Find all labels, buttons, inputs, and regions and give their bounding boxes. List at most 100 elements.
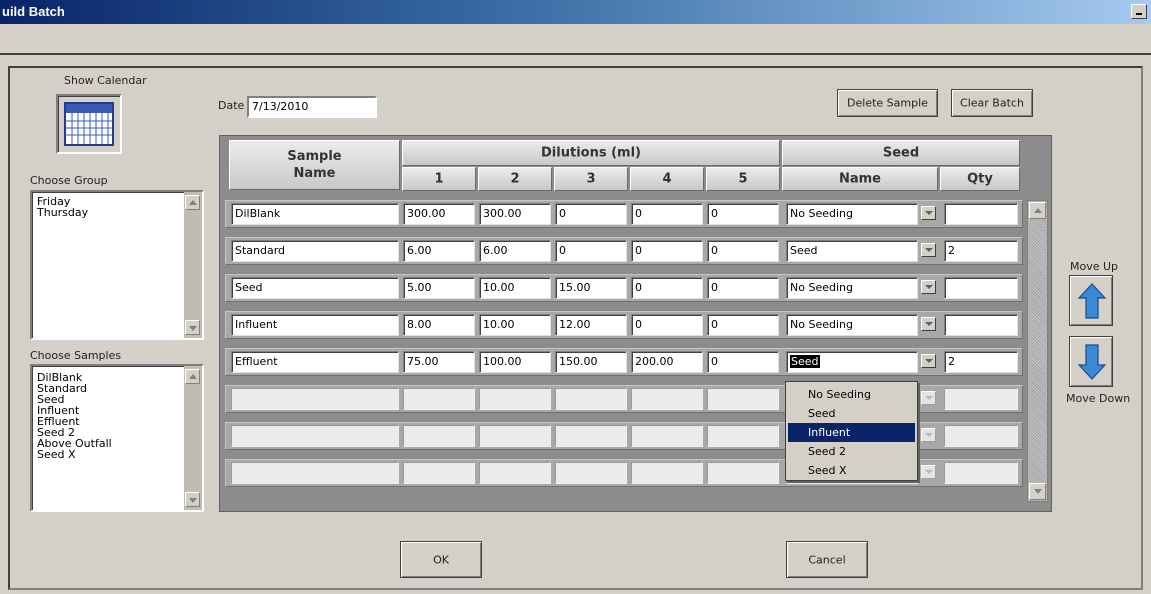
seed-name-cell[interactable]: No Seeding <box>786 203 918 225</box>
dilution-cell[interactable]: 0 <box>631 314 703 336</box>
delete-sample-button[interactable]: Delete Sample <box>837 89 938 117</box>
dilution-cell[interactable] <box>403 425 475 447</box>
seed-qty-cell[interactable] <box>944 425 1018 447</box>
dilution-cell[interactable] <box>631 388 703 410</box>
dilution-cell[interactable]: 150.00 <box>555 351 627 373</box>
dilution-cell[interactable]: 15.00 <box>555 277 627 299</box>
sample-name-cell[interactable]: Influent <box>231 314 399 336</box>
move-down-button[interactable] <box>1069 336 1113 387</box>
seed-qty-cell[interactable]: 2 <box>944 240 1018 262</box>
dilution-cell[interactable] <box>555 388 627 410</box>
group-scrollbar[interactable] <box>184 192 202 338</box>
dilution-cell[interactable]: 6.00 <box>403 240 475 262</box>
dilution-cell[interactable]: 0 <box>631 277 703 299</box>
dilution-cell[interactable]: 0 <box>707 351 779 373</box>
scroll-down-arrow-icon[interactable] <box>185 492 200 507</box>
dropdown-arrow-icon[interactable] <box>921 317 936 331</box>
dilution-cell[interactable] <box>479 425 551 447</box>
samples-scrollbar[interactable] <box>184 366 202 510</box>
dilution-cell[interactable]: 6.00 <box>479 240 551 262</box>
seed-name-cell[interactable]: No Seeding <box>786 277 918 299</box>
seed-name-cell[interactable]: Seed <box>786 351 918 373</box>
scroll-down-arrow-icon[interactable] <box>185 320 200 335</box>
minimize-button[interactable] <box>1131 4 1147 19</box>
scroll-up-arrow-icon[interactable] <box>1029 202 1046 219</box>
sample-name-cell[interactable]: DilBlank <box>231 203 399 225</box>
dropdown-arrow-icon[interactable] <box>921 243 936 257</box>
dilution-cell[interactable]: 10.00 <box>479 277 551 299</box>
group-item[interactable]: Thursday <box>32 207 202 218</box>
dropdown-arrow-icon[interactable] <box>921 206 936 220</box>
dilution-cell[interactable]: 200.00 <box>631 351 703 373</box>
samples-listbox[interactable]: DilBlank Standard Seed Influent Effluent… <box>30 364 204 512</box>
dilution-cell[interactable] <box>707 388 779 410</box>
seed-qty-cell[interactable]: 2 <box>944 351 1018 373</box>
seed-qty-cell[interactable] <box>944 388 1018 410</box>
dilution-cell[interactable] <box>479 462 551 484</box>
seed-name-cell[interactable]: No Seeding <box>786 314 918 336</box>
dilution-cell[interactable] <box>403 462 475 484</box>
dilution-cell[interactable] <box>707 462 779 484</box>
dilution-cell[interactable]: 5.00 <box>403 277 475 299</box>
seed-qty-cell[interactable] <box>944 277 1018 299</box>
dilution-cell[interactable]: 10.00 <box>479 314 551 336</box>
sample-item[interactable]: Seed X <box>32 449 202 460</box>
dilution-cell[interactable]: 0 <box>555 240 627 262</box>
seed-option[interactable]: Seed 2 <box>788 442 915 461</box>
clear-batch-button[interactable]: Clear Batch <box>951 89 1033 117</box>
choose-group-label: Choose Group <box>30 174 108 187</box>
seed-qty-cell[interactable] <box>944 203 1018 225</box>
dropdown-arrow-icon[interactable] <box>921 465 936 479</box>
dilution-cell[interactable] <box>707 425 779 447</box>
dropdown-arrow-icon[interactable] <box>921 280 936 294</box>
dilution-cell[interactable] <box>631 462 703 484</box>
dropdown-arrow-icon[interactable] <box>921 428 936 442</box>
dilution-cell[interactable]: 100.00 <box>479 351 551 373</box>
sample-name-cell[interactable] <box>231 462 399 484</box>
group-listbox[interactable]: Friday Thursday <box>30 190 204 340</box>
sample-name-cell[interactable] <box>231 425 399 447</box>
dilution-cell[interactable] <box>479 388 551 410</box>
ok-button[interactable]: OK <box>400 541 482 578</box>
dilution-cell[interactable]: 75.00 <box>403 351 475 373</box>
dilution-cell[interactable] <box>403 388 475 410</box>
seed-option[interactable]: Seed X <box>788 461 915 480</box>
seed-option[interactable]: No Seeding <box>788 385 915 404</box>
dilution-cell[interactable]: 0 <box>631 240 703 262</box>
dropdown-arrow-icon[interactable] <box>921 391 936 405</box>
date-field[interactable]: 7/13/2010 <box>247 96 377 118</box>
dilution-cell[interactable]: 8.00 <box>403 314 475 336</box>
dilution-cell[interactable]: 0 <box>707 203 779 225</box>
dilution-cell[interactable] <box>631 425 703 447</box>
scroll-down-arrow-icon[interactable] <box>1029 483 1046 500</box>
sample-name-cell[interactable]: Seed <box>231 277 399 299</box>
seed-option[interactable]: Seed <box>788 404 915 423</box>
dilution-cell[interactable]: 300.00 <box>479 203 551 225</box>
dilution-cell[interactable]: 12.00 <box>555 314 627 336</box>
dilution-cell[interactable]: 0 <box>631 203 703 225</box>
scroll-up-arrow-icon[interactable] <box>185 195 200 210</box>
clear-batch-label: Clear Batch <box>960 96 1024 110</box>
cancel-button[interactable]: Cancel <box>786 541 868 578</box>
scroll-up-arrow-icon[interactable] <box>185 369 200 384</box>
dilution-cell[interactable]: 0 <box>707 240 779 262</box>
dilution-cell[interactable]: 0 <box>707 314 779 336</box>
seed-name-cell[interactable]: Seed <box>786 240 918 262</box>
sample-name-cell[interactable] <box>231 388 399 410</box>
grid-scrollbar[interactable] <box>1027 200 1048 502</box>
seed-qty-cell[interactable] <box>944 314 1018 336</box>
dilution-cell[interactable] <box>555 462 627 484</box>
header-dilution-col-label: 5 <box>738 171 748 187</box>
delete-sample-label: Delete Sample <box>847 96 928 110</box>
sample-name-cell[interactable]: Effluent <box>231 351 399 373</box>
seed-option-highlighted[interactable]: Influent <box>788 423 915 442</box>
show-calendar-button[interactable] <box>56 94 122 154</box>
dilution-cell[interactable]: 0 <box>555 203 627 225</box>
sample-name-cell[interactable]: Standard <box>231 240 399 262</box>
dilution-cell[interactable] <box>555 425 627 447</box>
dilution-cell[interactable]: 300.00 <box>403 203 475 225</box>
dilution-cell[interactable]: 0 <box>707 277 779 299</box>
seed-qty-cell[interactable] <box>944 462 1018 484</box>
move-up-button[interactable] <box>1069 275 1113 326</box>
dropdown-arrow-icon[interactable] <box>921 354 936 368</box>
